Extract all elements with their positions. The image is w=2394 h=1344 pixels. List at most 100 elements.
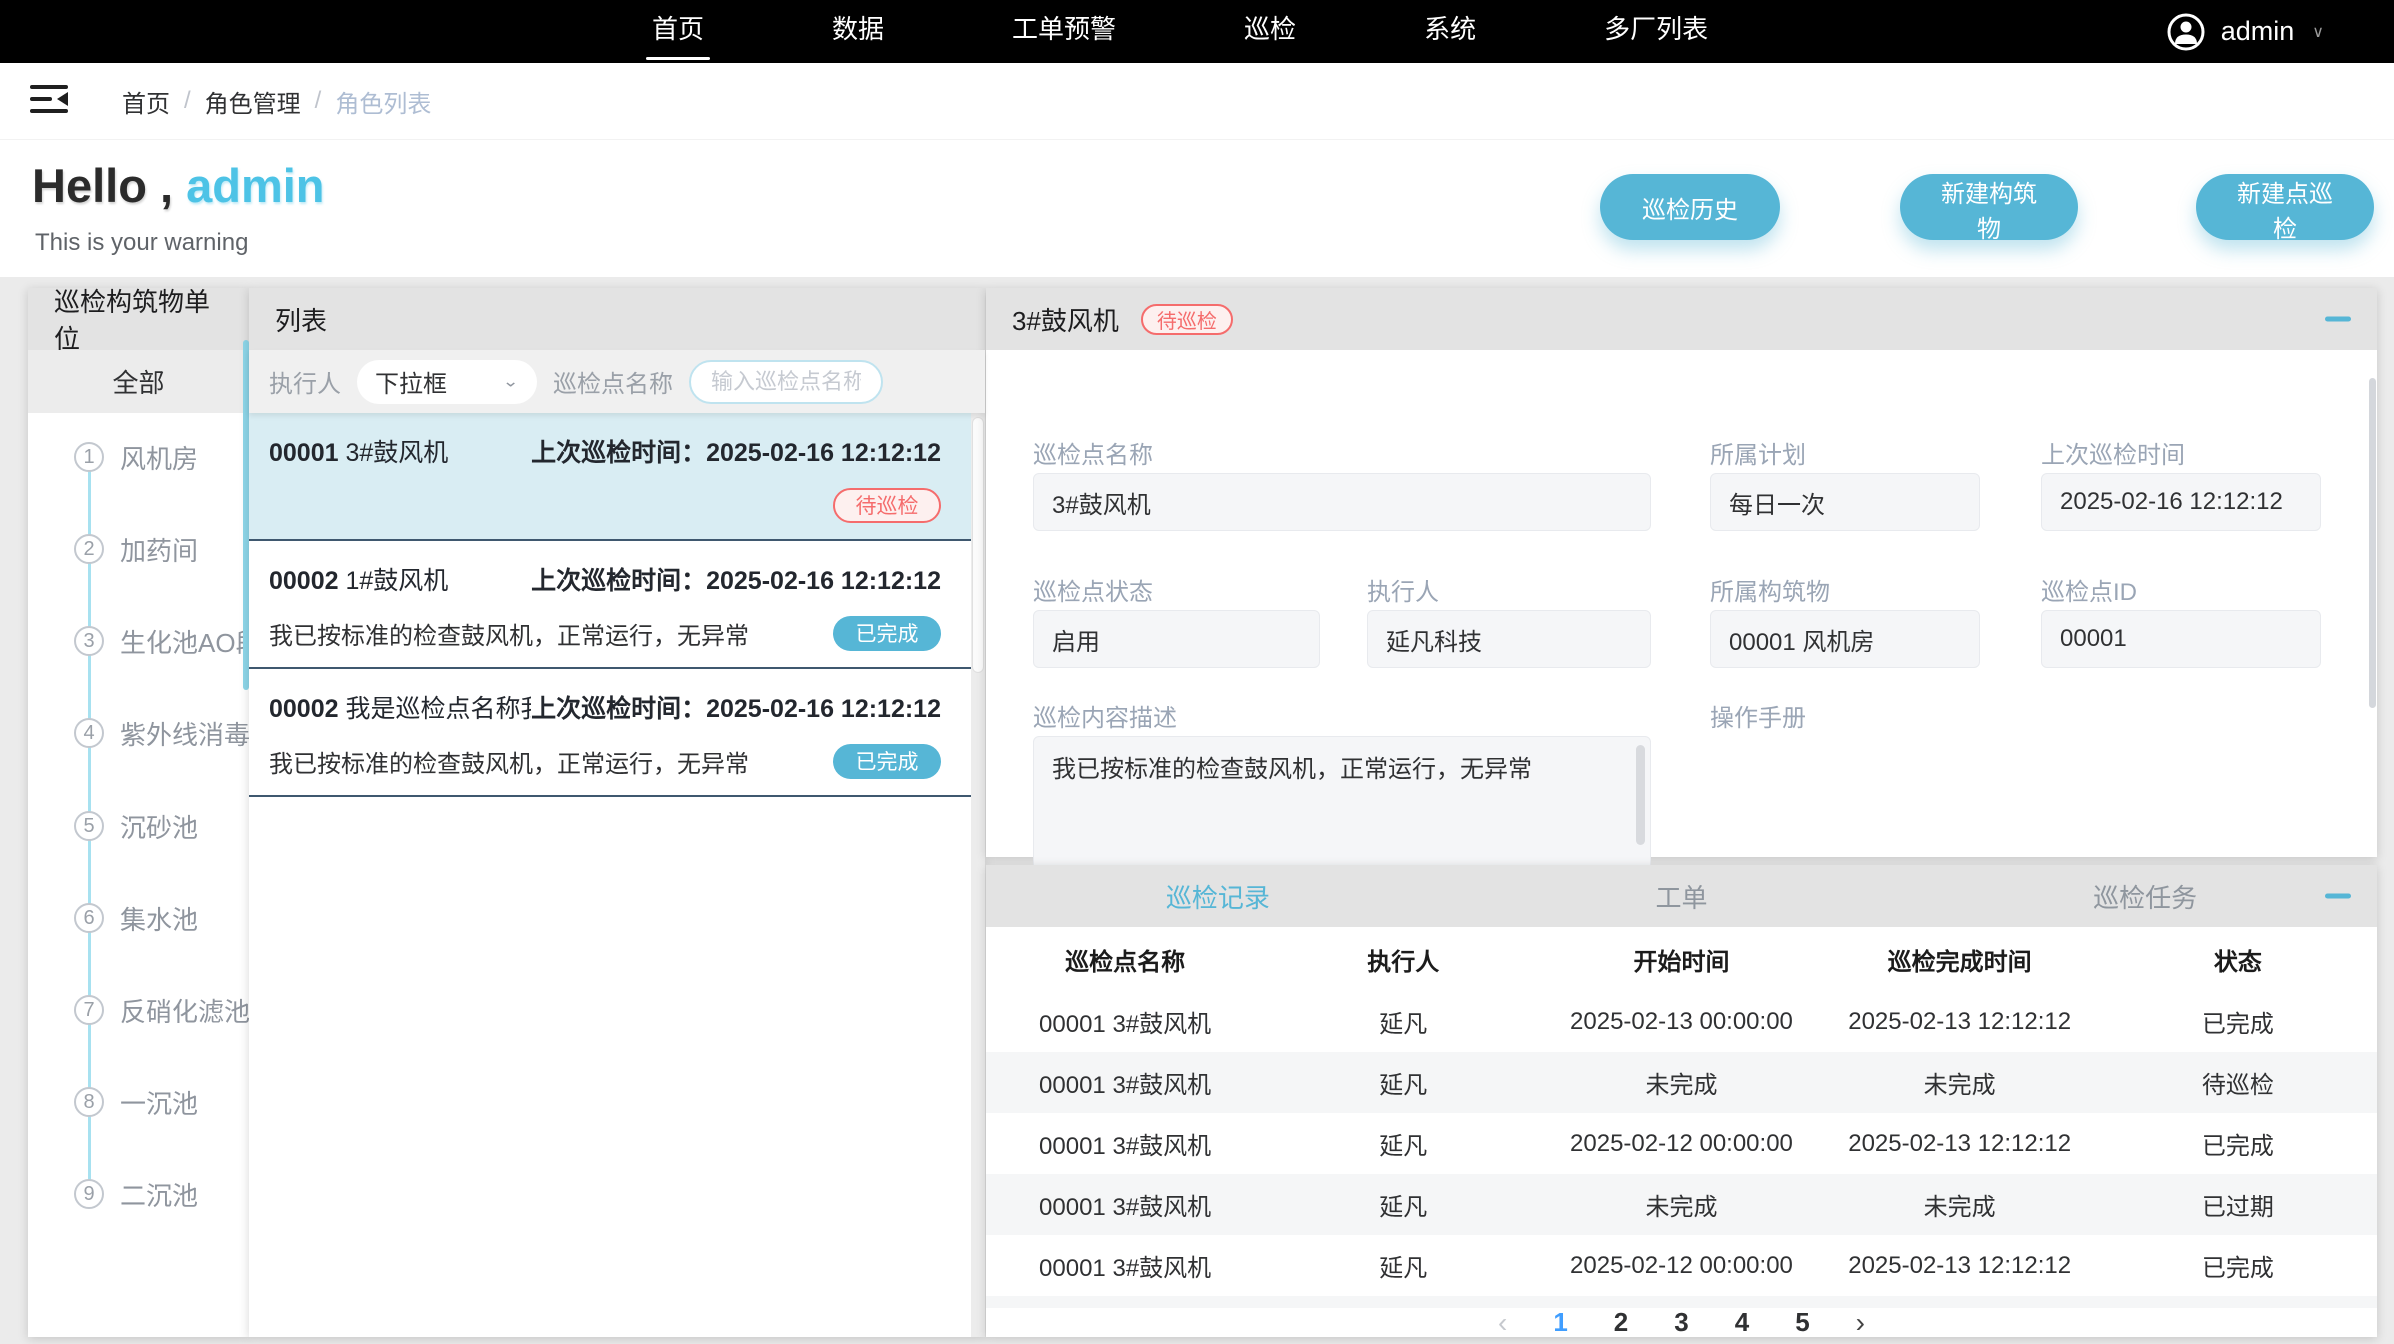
sidebar-item-collecting-tank[interactable]: 6 集水池 xyxy=(28,888,249,948)
sidebar-item-denitrification-filter[interactable]: 7 反硝化滤池 xyxy=(28,980,249,1040)
sidebar-item-grit-chamber[interactable]: 5 沉砂池 xyxy=(28,796,249,856)
detail-scrollbar-thumb[interactable] xyxy=(2369,378,2376,708)
step-number: 2 xyxy=(74,534,104,564)
sidebar-item-secondary-tank[interactable]: 9 二沉池 xyxy=(28,1164,249,1224)
list-scrollbar-thumb[interactable] xyxy=(972,417,984,673)
field-label-point-name: 巡检点名称 xyxy=(1033,435,1153,470)
page-5[interactable]: 5 xyxy=(1795,1307,1809,1338)
pagination: ‹ 1 2 3 4 5 › xyxy=(986,1308,2377,1337)
field-label-executor: 执行人 xyxy=(1367,572,1439,607)
nav-item-data[interactable]: 数据 xyxy=(828,3,888,60)
table-row: 00001 3#鼓风机 延凡 未完成 未完成 待巡检 xyxy=(986,1052,2377,1113)
page-3[interactable]: 3 xyxy=(1674,1307,1688,1338)
table-row: 00001 3#鼓风机 延凡 2025-02-12 00:00:00 2025-… xyxy=(986,1235,2377,1296)
step-number: 8 xyxy=(74,1087,104,1117)
page-2[interactable]: 2 xyxy=(1614,1307,1628,1338)
inspection-history-button[interactable]: 巡检历史 xyxy=(1600,174,1780,240)
status-badge: 待巡检 xyxy=(1141,304,1233,335)
point-name-filter-label: 巡检点名称 xyxy=(553,364,673,399)
step-number: 1 xyxy=(74,442,104,472)
new-point-inspection-button[interactable]: 新建点巡检 xyxy=(2196,174,2374,240)
status-badge: 已完成 xyxy=(833,616,941,651)
warning-text: This is your warning xyxy=(35,229,248,257)
status-cell: 已完成 xyxy=(2099,1235,2377,1296)
field-status: 启用 xyxy=(1033,610,1320,668)
status-cell: 已过期 xyxy=(2099,1174,2377,1235)
greeting-section: Hello , admin This is your warning 巡检历史 … xyxy=(0,140,2394,277)
collapse-menu-icon[interactable] xyxy=(30,84,68,119)
breadcrumb-separator: / xyxy=(184,87,191,115)
tab-work-orders[interactable]: 工单 xyxy=(1450,878,1914,915)
field-label-manual: 操作手册 xyxy=(1710,698,1806,733)
next-page-icon[interactable]: › xyxy=(1856,1307,1865,1339)
breadcrumb-separator: / xyxy=(315,87,322,115)
records-tabs: 巡检记录 工单 巡检任务 xyxy=(986,865,2377,927)
status-badge: 待巡检 xyxy=(833,488,941,523)
detail-form: 巡检点名称 3#鼓风机 所属计划 每日一次 上次巡检时间 2025-02-16 … xyxy=(986,350,2377,857)
list-item[interactable]: 00002 我是巡检点名称我是巡检点... 上次巡检时间：2025-02-16 … xyxy=(249,669,985,797)
list-filter-row: 执行人 下拉框 ⌄ 巡检点名称 xyxy=(249,350,985,413)
chevron-down-icon: ∨ xyxy=(2312,22,2324,42)
structure-timeline: 1 风机房 2 加药间 3 生化池AO段 4 紫外线消毒渠 5 沉砂池 xyxy=(28,413,249,1337)
list-item[interactable]: 00001 3#鼓风机 上次巡检时间：2025-02-16 12:12:12 待… xyxy=(249,413,985,541)
user-avatar-icon xyxy=(2167,13,2205,51)
prev-page-icon[interactable]: ‹ xyxy=(1498,1307,1507,1339)
page-1[interactable]: 1 xyxy=(1553,1307,1567,1338)
main-menu: 首页 数据 工单预警 巡检 系统 多厂列表 xyxy=(648,3,1712,60)
table-row: 00001 3#鼓风机 延凡 未完成 未完成 已过期 xyxy=(986,1174,2377,1235)
tab-inspection-records[interactable]: 巡检记录 xyxy=(986,878,1450,915)
status-cell: 待巡检 xyxy=(2099,1052,2377,1113)
collapse-panel-icon[interactable] xyxy=(2325,317,2351,322)
records-panel: 巡检记录 工单 巡检任务 巡检点名称 执行人 开始时间 巡检完成时间 状态 xyxy=(986,865,2377,1337)
top-nav: 首页 数据 工单预警 巡检 系统 多厂列表 admin ∨ xyxy=(0,0,2394,63)
page-4[interactable]: 4 xyxy=(1735,1307,1749,1338)
status-cell: 已完成 xyxy=(2099,991,2377,1052)
structure-sidebar: 巡检构筑物单位 全部 1 风机房 2 加药间 3 生化池AO段 4 紫 xyxy=(28,288,249,1337)
sidebar-item-uv-channel[interactable]: 4 紫外线消毒渠 xyxy=(28,703,249,763)
sidebar-item-primary-tank[interactable]: 8 一沉池 xyxy=(28,1072,249,1132)
breadcrumb-bar: 首页 / 角色管理 / 角色列表 xyxy=(0,63,2394,140)
point-name-search-input[interactable] xyxy=(689,360,883,404)
breadcrumb-role-management[interactable]: 角色管理 xyxy=(205,84,301,119)
field-point-name: 3#鼓风机 xyxy=(1033,473,1651,531)
page-title: Hello , admin xyxy=(32,158,325,213)
step-number: 6 xyxy=(74,903,104,933)
nav-item-multi-plant[interactable]: 多厂列表 xyxy=(1600,3,1712,60)
field-point-id: 00001 xyxy=(2041,610,2321,668)
tab-inspection-tasks[interactable]: 巡检任务 xyxy=(1913,878,2377,915)
new-structure-button[interactable]: 新建构筑物 xyxy=(1900,174,2078,240)
field-label-plan: 所属计划 xyxy=(1710,435,1806,470)
page-root: 首页 数据 工单预警 巡检 系统 多厂列表 admin ∨ xyxy=(0,0,2394,1344)
status-cell: 已完成 xyxy=(2099,1113,2377,1174)
breadcrumb-home[interactable]: 首页 xyxy=(122,84,170,119)
field-plan: 每日一次 xyxy=(1710,473,1980,531)
field-structure: 00001 风机房 xyxy=(1710,610,1980,668)
table-row: 00001 3#鼓风机 延凡 2025-02-12 00:00:00 2025-… xyxy=(986,1113,2377,1174)
nav-item-system[interactable]: 系统 xyxy=(1420,3,1480,60)
list-scrollbar-track[interactable] xyxy=(971,413,985,1337)
executor-dropdown[interactable]: 下拉框 ⌄ xyxy=(357,360,537,404)
textarea-scrollbar-thumb[interactable] xyxy=(1636,745,1645,845)
nav-item-home[interactable]: 首页 xyxy=(648,3,708,60)
greeting-username: admin xyxy=(186,159,324,212)
chevron-down-icon: ⌄ xyxy=(502,372,519,392)
inspection-point-list: 00001 3#鼓风机 上次巡检时间：2025-02-16 12:12:12 待… xyxy=(249,413,985,1337)
sidebar-item-ao-tank[interactable]: 3 生化池AO段 xyxy=(28,611,249,671)
step-number: 4 xyxy=(74,718,104,748)
breadcrumb: 首页 / 角色管理 / 角色列表 xyxy=(122,84,431,119)
sidebar-item-all[interactable]: 全部 xyxy=(28,350,249,413)
executor-filter-label: 执行人 xyxy=(269,364,341,399)
nav-item-inspection[interactable]: 巡检 xyxy=(1240,3,1300,60)
field-label-structure: 所属构筑物 xyxy=(1710,572,1830,607)
list-item[interactable]: 00002 1#鼓风机 上次巡检时间：2025-02-16 12:12:12 我… xyxy=(249,541,985,669)
collapse-panel-icon[interactable] xyxy=(2325,894,2351,899)
table-header-row: 巡检点名称 执行人 开始时间 巡检完成时间 状态 xyxy=(986,927,2377,991)
records-table: 巡检点名称 执行人 开始时间 巡检完成时间 状态 00001 3#鼓风机 延凡 … xyxy=(986,927,2377,1296)
field-label-point-id: 巡检点ID xyxy=(2041,572,2137,607)
field-label-last-time: 上次巡检时间 xyxy=(2041,435,2185,470)
sidebar-item-dosing-room[interactable]: 2 加药间 xyxy=(28,519,249,579)
table-row: 00001 3#鼓风机 延凡 2025-02-13 00:00:00 2025-… xyxy=(986,991,2377,1052)
user-menu[interactable]: admin ∨ xyxy=(2167,0,2324,63)
nav-item-workorder-alert[interactable]: 工单预警 xyxy=(1008,3,1120,60)
sidebar-item-fan-room[interactable]: 1 风机房 xyxy=(28,427,249,487)
